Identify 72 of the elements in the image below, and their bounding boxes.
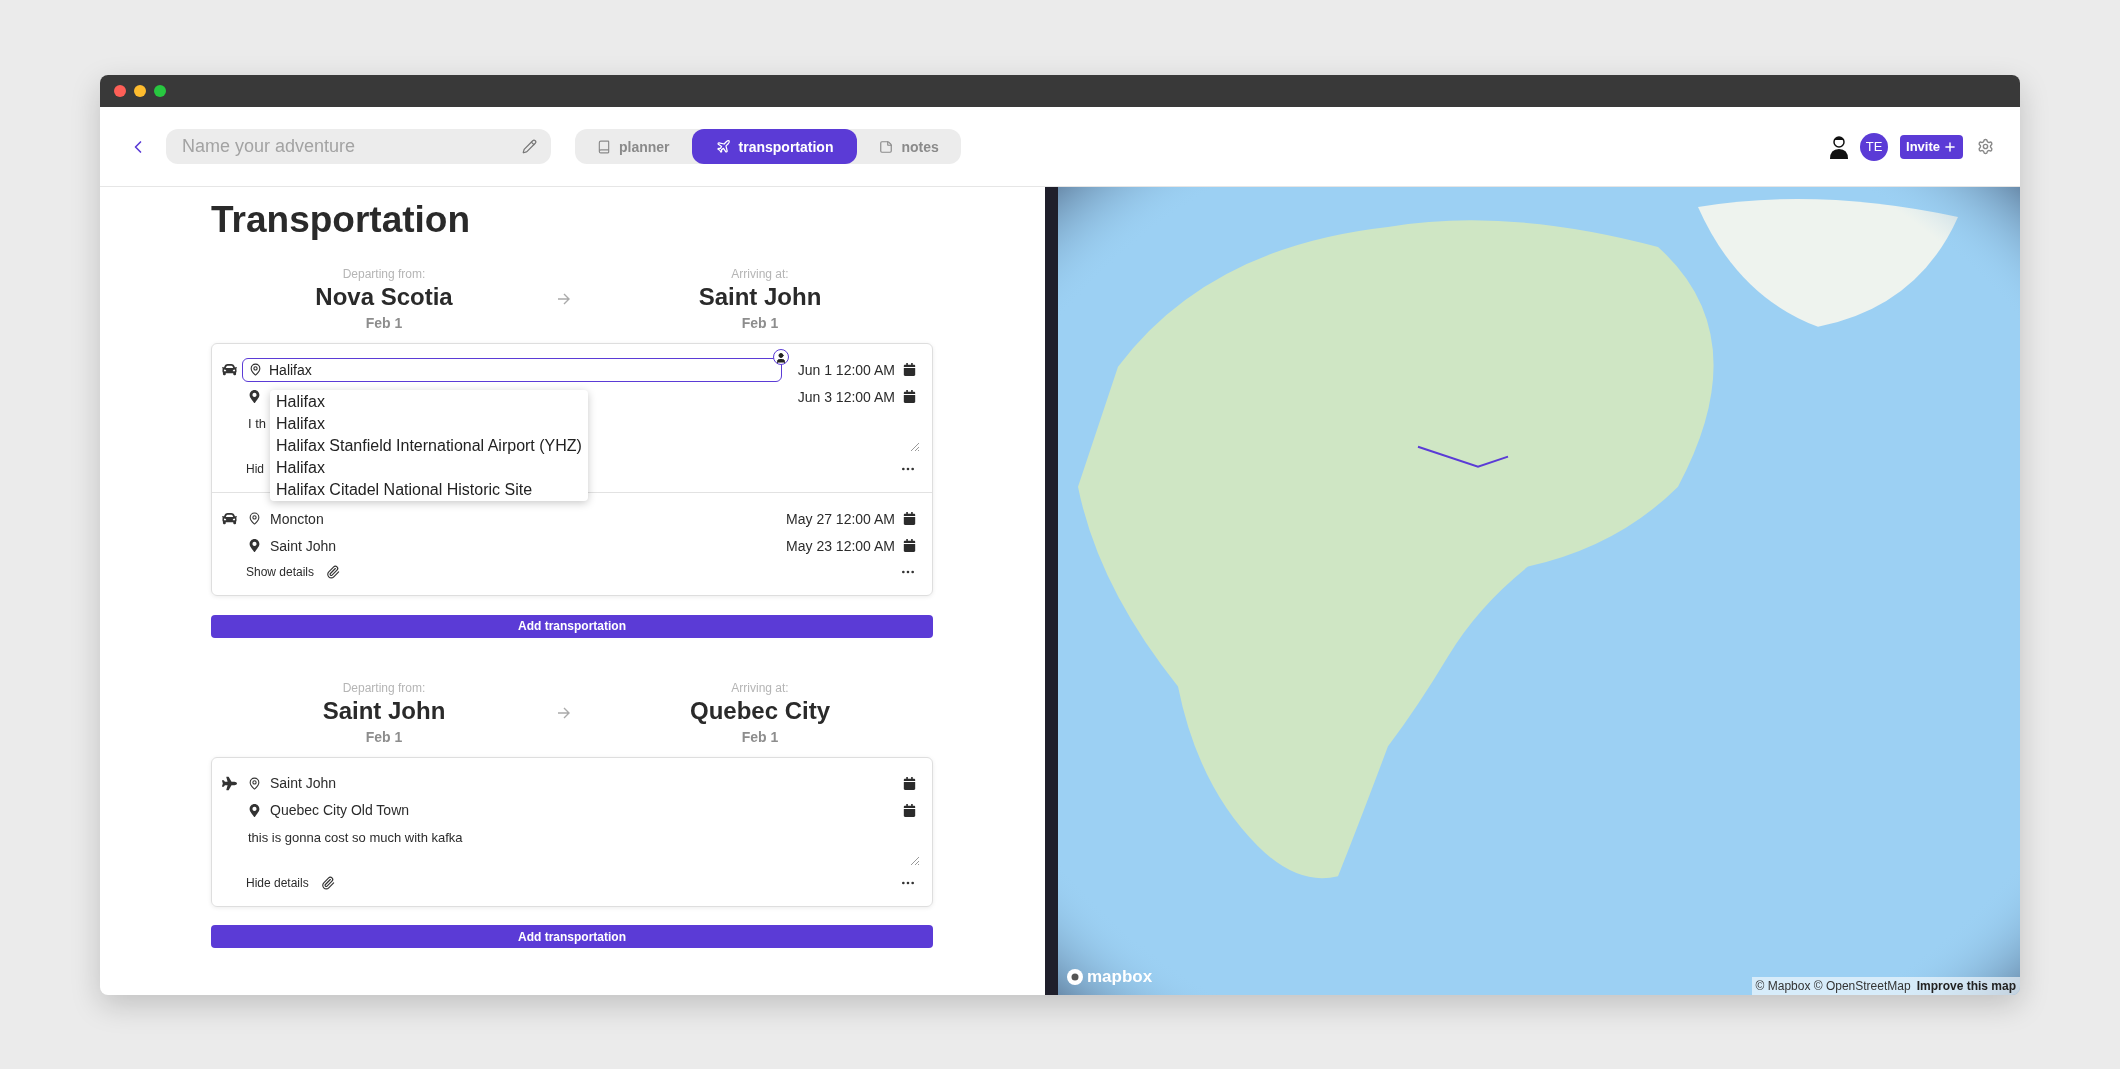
page-title: Transportation bbox=[211, 199, 472, 241]
origin-text: Moncton bbox=[270, 510, 324, 527]
book-icon bbox=[597, 139, 611, 154]
arrival-city: Quebec City bbox=[689, 696, 830, 725]
pin-icon bbox=[247, 539, 261, 552]
pin-icon bbox=[247, 390, 261, 403]
destination-text: Quebec City Old Town bbox=[270, 802, 410, 818]
note-icon bbox=[879, 139, 894, 154]
suggestion-item[interactable]: Halifax Stanfield International Airport (YHZ) bbox=[276, 435, 582, 457]
arriving-label: Arriving at: bbox=[731, 680, 789, 695]
map-logo: mapbox bbox=[1066, 967, 1153, 987]
departing-label: Departing from: bbox=[342, 680, 426, 695]
calendar-icon[interactable] bbox=[903, 776, 916, 790]
calendar-icon[interactable] bbox=[903, 539, 916, 552]
plane-icon bbox=[715, 139, 731, 154]
origin-field[interactable]: Halifax bbox=[242, 357, 782, 382]
paperclip-icon[interactable] bbox=[320, 875, 335, 890]
tab[interactable]: transportation bbox=[691, 129, 858, 164]
paperclip-icon[interactable] bbox=[326, 565, 341, 579]
pin-outline-icon bbox=[247, 776, 261, 790]
add-transportation-button[interactable]: Add transportation bbox=[211, 614, 933, 638]
pencil-icon bbox=[522, 139, 537, 154]
departure-time: Jun 1 12:00 AM bbox=[797, 361, 895, 378]
user-silhouette-icon bbox=[1828, 134, 1851, 159]
plus-icon bbox=[1943, 139, 1957, 154]
settings-icon[interactable] bbox=[1977, 138, 1994, 155]
origin-text: Saint John bbox=[270, 775, 337, 791]
departure-date: Feb 1 bbox=[365, 728, 403, 745]
arrival-time: May 23 12:00 AM bbox=[786, 537, 895, 554]
details-toggle[interactable]: Hid bbox=[246, 462, 264, 476]
car-icon bbox=[222, 362, 237, 377]
arrival-city: Saint John bbox=[698, 283, 822, 311]
departure-city: Nova Scotia bbox=[315, 283, 453, 311]
notes-text: this is gonna cost so much with kafka bbox=[248, 829, 463, 845]
arrival-time: Jun 3 12:00 AM bbox=[797, 388, 895, 405]
details-toggle[interactable]: Hide details bbox=[246, 875, 309, 890]
departure-date: Feb 1 bbox=[365, 315, 403, 331]
notes-text: I th bbox=[248, 416, 267, 431]
add-transportation-button[interactable]: Add transportation bbox=[211, 925, 933, 948]
arrival-date: Feb 1 bbox=[741, 315, 779, 331]
suggestion-item[interactable]: Halifax Citadel National Historic Site bbox=[276, 479, 582, 501]
car-icon bbox=[222, 511, 237, 526]
adventure-name-field[interactable]: Name your adventure bbox=[166, 129, 551, 164]
improve-map-link[interactable]: Improve this map bbox=[1916, 979, 2016, 993]
arrival-date: Feb 1 bbox=[741, 728, 779, 745]
arriving-label: Arriving at: bbox=[731, 267, 789, 281]
destination-text: Saint John bbox=[270, 537, 337, 554]
resize-handle-icon[interactable] bbox=[908, 440, 920, 452]
calendar-icon[interactable] bbox=[903, 363, 916, 376]
arrow-icon bbox=[557, 706, 571, 719]
window-minimize-button[interactable] bbox=[134, 85, 146, 97]
user-avatar-icon bbox=[773, 348, 789, 365]
departure-city: Saint John bbox=[322, 696, 446, 725]
calendar-icon[interactable] bbox=[903, 512, 916, 525]
calendar-icon[interactable] bbox=[903, 390, 916, 403]
suggestion-item[interactable]: Halifax bbox=[276, 391, 582, 413]
departing-label: Departing from: bbox=[342, 267, 426, 281]
attribution-text: © Mapbox © OpenStreetMap bbox=[1755, 979, 1911, 993]
user-avatar[interactable]: TE bbox=[1860, 132, 1889, 161]
pin-outline-icon bbox=[247, 512, 261, 525]
pin-icon bbox=[247, 803, 261, 817]
calendar-icon[interactable] bbox=[903, 803, 916, 817]
details-toggle[interactable]: Show details bbox=[246, 565, 315, 579]
window-zoom-button[interactable] bbox=[154, 85, 166, 97]
pin-outline-icon bbox=[249, 362, 262, 376]
departure-time: May 27 12:00 AM bbox=[786, 510, 895, 527]
window-close-button[interactable] bbox=[114, 85, 126, 97]
arrow-icon bbox=[557, 293, 571, 305]
plane-icon bbox=[222, 775, 237, 791]
suggestion-item[interactable]: Halifax bbox=[276, 413, 582, 435]
invite-button[interactable]: Invite bbox=[1900, 134, 1963, 159]
suggestion-item[interactable]: Halifax bbox=[276, 457, 582, 479]
